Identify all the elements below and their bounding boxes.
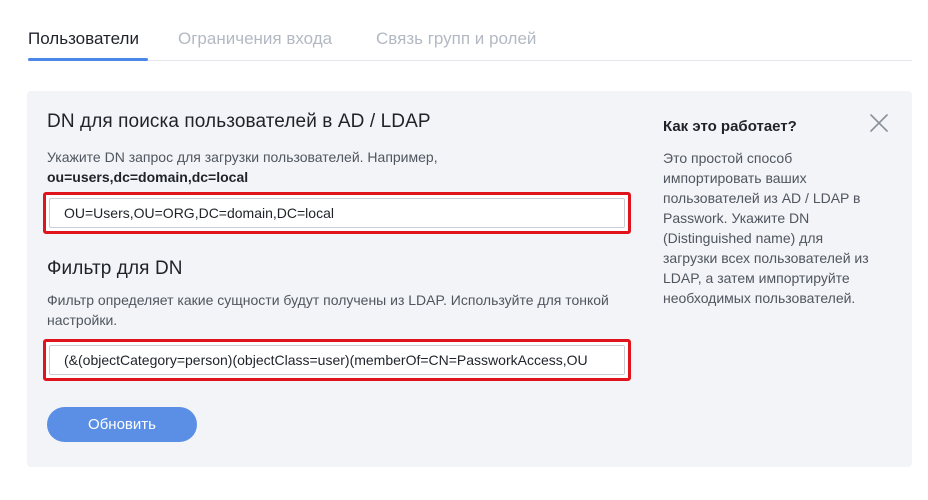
filter-section-title: Фильтр для DN — [47, 258, 183, 279]
dn-section-title: DN для поиска пользователей в AD / LDAP — [47, 111, 431, 132]
dn-section-description: Укажите DN запрос для загрузки пользоват… — [47, 147, 617, 187]
tabs-bar: Пользователи Ограничения входа Связь гру… — [28, 0, 912, 61]
filter-input[interactable] — [49, 345, 625, 375]
update-button[interactable]: Обновить — [47, 407, 197, 442]
dn-description-text: Укажите DN запрос для загрузки пользоват… — [47, 149, 438, 165]
help-text: Это простой способ импортировать ваших п… — [663, 150, 869, 306]
tab-login-restrictions[interactable]: Ограничения входа — [178, 28, 332, 50]
close-icon[interactable] — [867, 111, 891, 135]
filter-field-highlight — [43, 339, 631, 381]
filter-section-description: Фильтр определяет какие сущности будут п… — [47, 292, 609, 328]
dn-field-highlight — [43, 192, 631, 234]
tab-users[interactable]: Пользователи — [28, 28, 139, 50]
active-tab-indicator — [28, 58, 148, 61]
dn-input[interactable] — [49, 198, 625, 228]
dn-example: ou=users,dc=domain,dc=local — [47, 169, 249, 185]
help-title: Как это работает? — [663, 118, 797, 135]
tab-group-role-mapping[interactable]: Связь групп и ролей — [376, 28, 536, 50]
ldap-settings-panel: DN для поиска пользователей в AD / LDAP … — [27, 91, 912, 467]
